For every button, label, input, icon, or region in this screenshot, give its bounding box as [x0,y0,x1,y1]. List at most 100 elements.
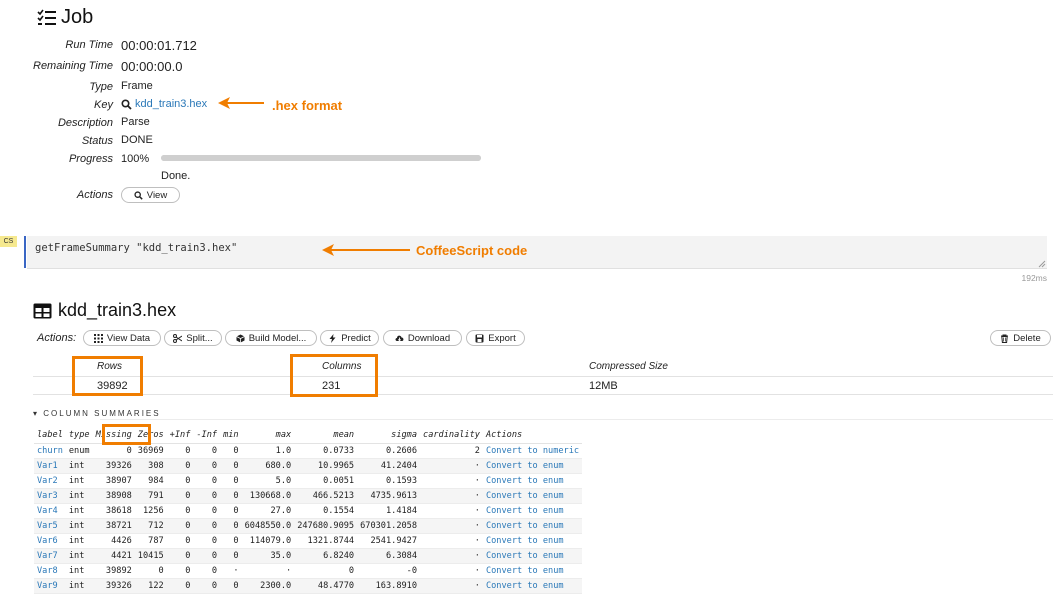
resize-handle-icon[interactable] [1038,260,1046,268]
table-cell: 0 [193,458,221,474]
summary-divider [33,394,1053,395]
split-button[interactable]: Split... [164,330,222,346]
table-cell: 6.3084 [357,548,421,564]
column-header: mean [294,427,358,444]
table-cell: 308 [134,458,167,474]
table-cell: 0.2606 [357,443,421,459]
export-label: Export [488,332,516,344]
table-cell: 0 [193,578,221,594]
convert-action-link[interactable]: Convert to enum [482,488,583,504]
column-label-link[interactable]: Var6 [34,533,66,549]
table-cell: 0 [294,563,358,579]
table-cell: · [420,578,483,594]
table-row: Var8 int 39892 0 0 0 · · 0 -0 · Convert to enum [34,563,583,579]
table-icon [33,303,52,318]
column-label-link[interactable]: Var4 [34,503,66,519]
view-button[interactable]: View [121,187,180,203]
convert-action-link[interactable]: Convert to enum [482,533,583,549]
table-cell: 1.4184 [357,503,421,519]
annotation-coffeescript: CoffeeScript code [416,243,528,258]
column-label-link[interactable]: Var5 [34,518,66,534]
column-header: label [34,427,66,444]
convert-action-link[interactable]: Convert to enum [482,518,583,534]
progress-value: 100% [121,153,150,165]
table-cell: 0 [193,533,221,549]
table-cell: 2300.0 [241,578,295,594]
table-cell: 39326 [92,458,135,474]
table-cell: 38618 [92,503,135,519]
table-cell: int [65,488,93,504]
table-row: Var4 int 38618 1256 0 0 0 27.0 0.1554 1.4184 · Conv… [34,503,583,519]
progress-label: Progress [68,153,113,165]
search-icon [134,190,143,200]
cube-icon [236,334,245,342]
convert-action-link[interactable]: Convert to enum [482,563,583,579]
convert-action-link[interactable]: Convert to enum [482,548,583,564]
table-cell: 0 [166,548,194,564]
code-text[interactable]: getFrameSummary "kdd_train3.hex" [35,242,237,254]
table-cell: · [420,548,483,564]
column-label-link[interactable]: Var7 [34,548,66,564]
cell-type-tag[interactable]: CS [0,236,17,247]
table-cell: 0 [220,533,242,549]
column-header: max [241,427,295,444]
table-cell: enum [65,443,93,459]
table-cell: 4735.9613 [357,488,421,504]
search-icon [121,98,132,110]
table-cell: 0 [193,548,221,564]
column-header: min [220,427,242,444]
table-cell: 1256 [134,503,167,519]
annotation-arrow-icon [322,244,410,256]
table-cell: 6048550.0 [241,518,295,534]
key-link-text[interactable]: kdd_train3.hex [135,98,207,110]
save-icon [475,334,484,342]
convert-action-link[interactable]: Convert to enum [482,458,583,474]
convert-action-link[interactable]: Convert to numeric [482,443,583,459]
table-cell: 10.9965 [294,458,358,474]
export-button[interactable]: Export [466,330,525,346]
column-label-link[interactable]: Var3 [34,488,66,504]
table-cell: 0 [166,488,194,504]
convert-action-link[interactable]: Convert to enum [482,503,583,519]
table-cell: 787 [134,533,167,549]
column-label-link[interactable]: Var2 [34,473,66,489]
column-summaries-toggle[interactable]: ▾ COLUMN SUMMARIES [33,409,161,418]
table-row: Var7 int 4421 10415 0 0 0 35.0 6.8240 6.3084 · Conv… [34,548,583,564]
column-summaries-table: label type Missing Zeros +Inf -Inf min max mean s… [34,427,583,594]
column-label-link[interactable]: Var9 [34,578,66,594]
table-row: churn enum 0 36969 0 0 0 1.0 0.0733 0.2606 2 Conver… [34,443,583,459]
annotation-arrow-icon [218,97,264,109]
table-cell: · [241,563,295,579]
table-cell: 0 [193,473,221,489]
table-cell: 2541.9427 [357,533,421,549]
column-label-link[interactable]: churn [34,443,66,459]
table-cell: · [420,533,483,549]
predict-button[interactable]: Predict [320,330,379,346]
column-label-link[interactable]: Var8 [34,563,66,579]
table-cell: 5.0 [241,473,295,489]
column-label-link[interactable]: Var1 [34,458,66,474]
convert-action-link[interactable]: Convert to enum [482,473,583,489]
columns-highlight-box [290,354,378,397]
table-cell: 10415 [134,548,167,564]
cloud-download-icon [395,335,404,341]
table-cell: · [420,458,483,474]
table-cell: int [65,578,93,594]
compressed-size-value: 12MB [589,380,618,392]
view-data-button[interactable]: View Data [83,330,161,346]
table-row: Var2 int 38907 984 0 0 0 5.0 0.0051 0.1593 · Conver… [34,473,583,489]
build-model-label: Build Model... [248,332,307,344]
convert-action-link[interactable]: Convert to enum [482,578,583,594]
table-cell: 0 [166,578,194,594]
delete-button[interactable]: Delete [990,330,1051,346]
build-model-button[interactable]: Build Model... [225,330,317,346]
table-cell: · [420,503,483,519]
download-button[interactable]: Download [383,330,462,346]
scissors-icon [173,333,183,343]
table-cell: 0 [193,503,221,519]
key-link[interactable]: kdd_train3.hex [121,98,207,110]
table-cell: 0.1554 [294,503,358,519]
table-cell: 0 [220,488,242,504]
table-cell: 41.2404 [357,458,421,474]
table-row: Var9 int 39326 122 0 0 0 2300.0 48.4770 163.8910 ·… [34,578,583,594]
